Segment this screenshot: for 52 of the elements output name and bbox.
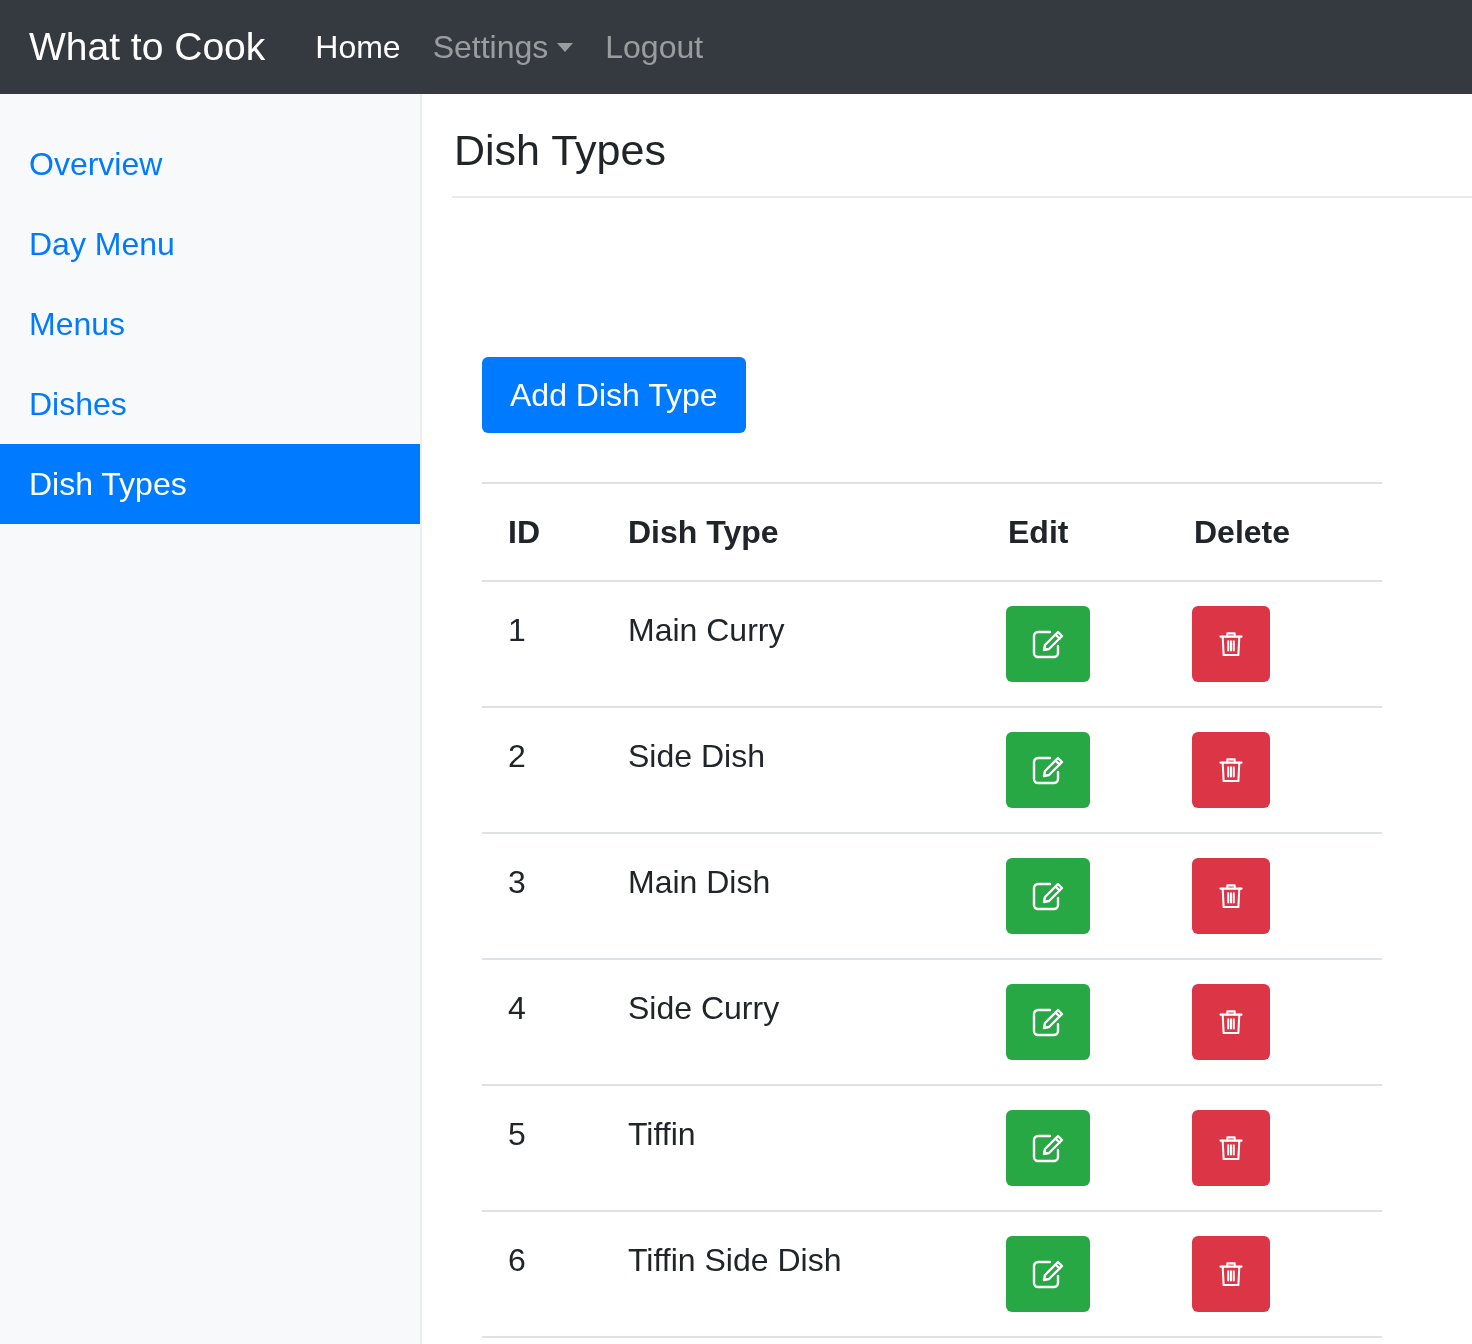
column-header: ID — [482, 483, 602, 581]
sidebar-item[interactable]: Dishes — [0, 364, 420, 444]
edit-button[interactable] — [1006, 606, 1090, 682]
sidebar-item[interactable]: Day Menu — [0, 204, 420, 284]
table-cell: Main Curry — [602, 581, 982, 707]
edit-icon — [1032, 755, 1064, 785]
edit-button[interactable] — [1006, 858, 1090, 934]
edit-icon — [1032, 629, 1064, 659]
table-cell: Tiffin — [602, 1085, 982, 1211]
edit-button[interactable] — [1006, 732, 1090, 808]
column-header: Dish Type — [602, 483, 982, 581]
column-header: Delete — [1168, 483, 1382, 581]
brand-title[interactable]: What to Cook — [29, 23, 266, 71]
delete-button[interactable] — [1192, 606, 1270, 682]
trash-icon — [1219, 757, 1243, 783]
table-cell: Side Dish — [602, 707, 982, 833]
add-dish-type-button[interactable]: Add Dish Type — [482, 357, 746, 433]
sidebar-item[interactable]: Overview — [0, 124, 420, 204]
nav-link[interactable]: Logout — [605, 25, 704, 69]
table-cell: 1 — [482, 581, 602, 707]
edit-button[interactable] — [1006, 1110, 1090, 1186]
column-header: Edit — [982, 483, 1168, 581]
table-cell: 5 — [482, 1085, 602, 1211]
table-cell: Tiffin Side Dish — [602, 1211, 982, 1337]
delete-button[interactable] — [1192, 1110, 1270, 1186]
nav-link[interactable]: Home — [315, 25, 401, 69]
table-cell: Main Dish — [602, 833, 982, 959]
delete-button[interactable] — [1192, 858, 1270, 934]
page-title: Dish Types — [454, 125, 666, 176]
edit-button[interactable] — [1006, 984, 1090, 1060]
trash-icon — [1219, 1009, 1243, 1035]
table-cell: Side Curry — [602, 959, 982, 1085]
trash-icon — [1219, 883, 1243, 909]
table-cell: 3 — [482, 833, 602, 959]
delete-button[interactable] — [1192, 984, 1270, 1060]
edit-button[interactable] — [1006, 1236, 1090, 1312]
edit-icon — [1032, 1259, 1064, 1289]
edit-icon — [1032, 1007, 1064, 1037]
delete-button[interactable] — [1192, 1236, 1270, 1312]
trash-icon — [1219, 1261, 1243, 1287]
table-cell: 4 — [482, 959, 602, 1085]
trash-icon — [1219, 1135, 1243, 1161]
edit-icon — [1032, 881, 1064, 911]
caret-icon — [557, 42, 574, 52]
sidebar-item[interactable]: Menus — [0, 284, 420, 364]
table-cell: 2 — [482, 707, 602, 833]
sidebar-item[interactable]: Dish Types — [0, 444, 420, 524]
edit-icon — [1032, 1133, 1064, 1163]
delete-button[interactable] — [1192, 732, 1270, 808]
table-cell: 6 — [482, 1211, 602, 1337]
nav-link[interactable]: Settings — [432, 25, 574, 69]
trash-icon — [1219, 631, 1243, 657]
